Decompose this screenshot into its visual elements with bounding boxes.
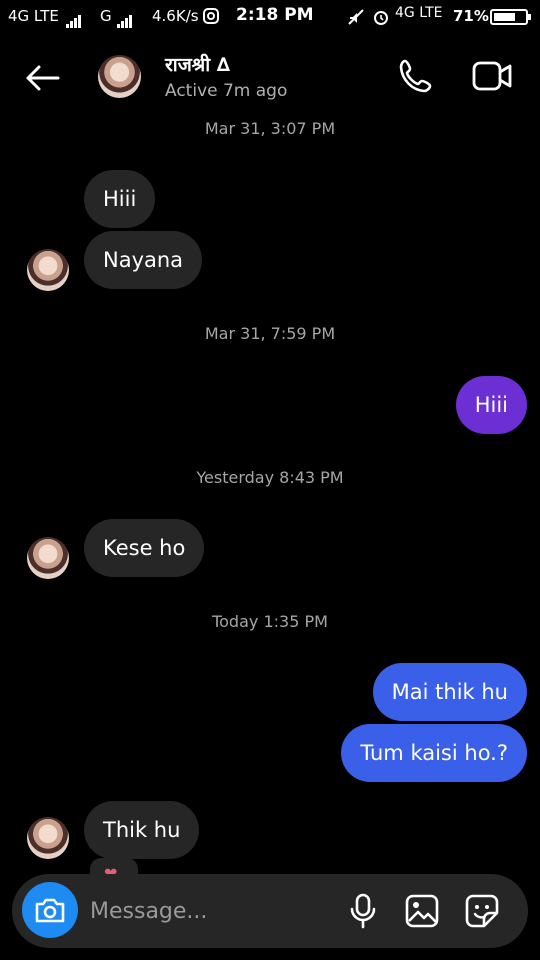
video-call-button[interactable]	[470, 56, 514, 98]
timestamp: Mar 31, 3:07 PM	[204, 119, 336, 138]
instagram-icon	[203, 8, 219, 28]
voice-call-button[interactable]	[396, 56, 438, 98]
timestamp: Yesterday 8:43 PM	[196, 468, 344, 487]
sticker-button[interactable]	[463, 892, 501, 930]
chat-header: राजश्री ∆ Active 7m ago	[0, 40, 540, 112]
mute-icon	[347, 8, 365, 30]
sticker-icon	[465, 894, 499, 928]
camera-icon	[35, 898, 65, 923]
message-bubble-outgoing[interactable]: Tum kaisi ho.?	[341, 724, 527, 782]
sender-avatar[interactable]	[27, 249, 69, 291]
network-g-label: G	[100, 7, 112, 25]
message-bubble-incoming[interactable]: Nayana	[84, 231, 203, 289]
video-camera-icon	[472, 61, 512, 91]
contact-status: Active 7m ago	[165, 81, 288, 101]
network-right-label: 4G LTE	[395, 5, 443, 21]
sender-avatar[interactable]	[27, 817, 69, 859]
message-input[interactable]	[90, 886, 340, 936]
phone-icon	[399, 59, 432, 93]
timestamp: Today 1:35 PM	[212, 612, 328, 631]
contact-name[interactable]: राजश्री ∆	[165, 51, 230, 77]
battery-percent: 71%	[453, 7, 489, 25]
battery-icon	[490, 9, 531, 25]
message-bubble-incoming[interactable]: Thik hu	[84, 801, 200, 859]
speed-label: 4.6K/s	[152, 7, 199, 25]
microphone-icon	[350, 893, 376, 929]
image-icon	[405, 894, 439, 928]
message-composer	[12, 874, 528, 948]
arrow-left-icon	[26, 65, 60, 91]
signal-icon-2	[117, 10, 133, 28]
message-bubble-outgoing[interactable]: Mai thik hu	[372, 663, 527, 721]
camera-button[interactable]	[22, 882, 78, 938]
back-button[interactable]	[20, 58, 64, 98]
voice-message-button[interactable]	[344, 892, 382, 930]
signal-icon	[66, 10, 82, 28]
network-label: 4G LTE	[8, 7, 59, 25]
contact-avatar[interactable]	[98, 55, 141, 98]
sender-avatar[interactable]	[27, 537, 69, 579]
status-bar: 4G LTE G 4.6K/s 2:18 PM 4G LTE 71%	[0, 0, 540, 34]
battery-fill	[494, 13, 516, 21]
message-bubble-outgoing[interactable]: Hiii	[455, 376, 527, 434]
alarm-icon	[372, 8, 390, 30]
timestamp: Mar 31, 7:59 PM	[204, 324, 336, 343]
message-bubble-incoming[interactable]: Kese ho	[84, 519, 205, 577]
clock: 2:18 PM	[236, 5, 314, 25]
message-bubble-incoming[interactable]: Hiii	[84, 170, 156, 228]
gallery-button[interactable]	[403, 892, 441, 930]
